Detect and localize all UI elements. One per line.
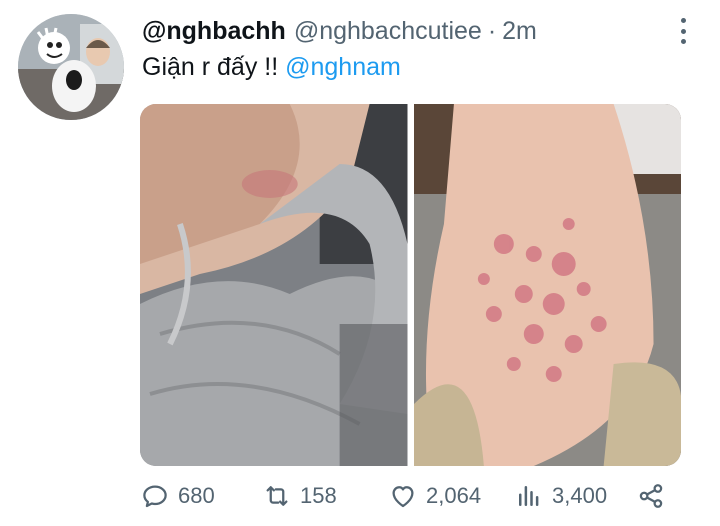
reply-count: 680 (178, 483, 215, 508)
more-icon[interactable] (678, 18, 688, 44)
retweet-count: 158 (300, 483, 337, 508)
avatar-image (18, 14, 124, 120)
like-count: 2,064 (426, 483, 482, 508)
mention-link[interactable]: @nghnam (285, 53, 401, 81)
tweet-body: Giận r đấy !! (142, 53, 279, 81)
retweet-button[interactable]: 158 (262, 481, 337, 511)
share-button[interactable] (636, 481, 666, 511)
reply-button[interactable]: 680 (140, 481, 215, 511)
views-button[interactable]: 3,400 (514, 481, 607, 511)
separator-dot: · (487, 16, 497, 45)
display-name[interactable]: @nghbachh (142, 17, 286, 46)
photo-thigh[interactable] (413, 104, 681, 466)
user-handle[interactable]: @nghbachcutiee (294, 17, 482, 46)
retweet-icon (266, 486, 288, 506)
timestamp[interactable]: 2m (502, 17, 537, 46)
heart-icon (392, 486, 414, 508)
tweet-header: @nghbachh @nghbachcutiee · 2m (142, 14, 680, 48)
share-icon (639, 484, 663, 508)
action-bar: 680 158 2,064 3,400 (140, 478, 680, 514)
avatar[interactable] (18, 14, 124, 120)
views-icon (519, 486, 539, 506)
photo-neck[interactable] (140, 104, 408, 466)
views-count: 3,400 (552, 483, 608, 508)
reply-icon (143, 485, 167, 508)
tweet-text: Giận r đấy !! @nghnam (142, 50, 401, 84)
like-button[interactable]: 2,064 (388, 481, 481, 511)
tweet-media (140, 104, 681, 466)
